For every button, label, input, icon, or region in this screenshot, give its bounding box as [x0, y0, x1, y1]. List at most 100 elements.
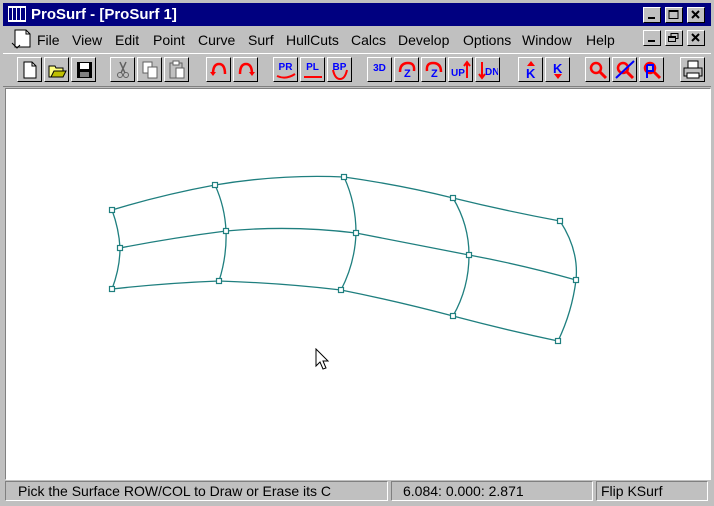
tilt-up-button[interactable]: UP: [448, 57, 473, 82]
control-point[interactable]: [340, 173, 348, 181]
magnifier-icon: [589, 61, 608, 80]
control-point[interactable]: [572, 276, 580, 284]
control-point[interactable]: [222, 227, 230, 235]
window-title: ProSurf - [ProSurf 1]: [31, 6, 177, 23]
profile-view-button[interactable]: PR: [273, 57, 298, 82]
rotate-z-ccw-button[interactable]: Z: [394, 57, 419, 82]
doc-restore-button[interactable]: [665, 30, 683, 46]
paste-clipboard-icon: [169, 60, 185, 79]
close-button[interactable]: [687, 7, 705, 23]
maximize-button[interactable]: [665, 7, 683, 23]
status-mode: Flip KSurf: [596, 481, 708, 501]
doc-close-button[interactable]: [687, 30, 705, 46]
k1-label: K: [526, 66, 536, 80]
open-button[interactable]: [44, 57, 69, 82]
menu-file[interactable]: File: [37, 32, 60, 48]
new-document-icon: [23, 61, 37, 79]
k2-label: K: [553, 61, 563, 76]
up-label: UP: [451, 68, 465, 79]
menu-hullcuts[interactable]: HullCuts: [286, 32, 339, 48]
paste-button[interactable]: [164, 57, 189, 82]
menu-calcs[interactable]: Calcs: [351, 32, 386, 48]
control-point[interactable]: [211, 181, 219, 189]
menu-point[interactable]: Point: [153, 32, 185, 48]
control-point[interactable]: [108, 206, 116, 214]
control-point[interactable]: [337, 286, 345, 294]
plan-view-button[interactable]: PL: [300, 57, 325, 82]
z1-label: Z: [404, 68, 411, 80]
control-point[interactable]: [449, 312, 457, 320]
maximize-icon: [668, 10, 679, 19]
close-icon: [691, 33, 700, 42]
control-point[interactable]: [449, 194, 457, 202]
control-point[interactable]: [465, 251, 473, 259]
menu-curve[interactable]: Curve: [198, 32, 235, 48]
print-button[interactable]: [680, 57, 705, 82]
status-coordinates: 6.084: 0.000: 2.871: [391, 481, 593, 501]
zoom-button[interactable]: [585, 57, 610, 82]
new-button[interactable]: [17, 57, 42, 82]
prosurf-app-icon[interactable]: [8, 6, 26, 22]
menu-bar: File View Edit Point Curve Surf HullCuts…: [3, 27, 711, 51]
document-icon[interactable]: [11, 29, 33, 49]
scissors-icon: [117, 61, 129, 78]
dn-label: DN: [485, 67, 498, 78]
minimize-icon: [648, 40, 655, 42]
status-bar: Pick the Surface ROW/COL to Draw or Eras…: [3, 480, 711, 503]
rotate-z-cw-icon: Z: [425, 61, 443, 80]
surface-row-3[interactable]: [111, 280, 559, 342]
menu-help[interactable]: Help: [586, 32, 615, 48]
control-point[interactable]: [554, 337, 562, 345]
save-button[interactable]: [71, 57, 96, 82]
control-point[interactable]: [215, 277, 223, 285]
control-point[interactable]: [108, 285, 116, 293]
tilt-up-icon: UP: [451, 60, 471, 79]
tilt-down-button[interactable]: DN: [475, 57, 500, 82]
menu-options[interactable]: Options: [463, 32, 511, 48]
copy-button[interactable]: [137, 57, 162, 82]
menu-view[interactable]: View: [72, 32, 102, 48]
body-plan-button[interactable]: BP: [327, 57, 352, 82]
title-bar[interactable]: ProSurf - [ProSurf 1]: [3, 3, 711, 26]
profile-view-icon: [276, 73, 296, 79]
rotate-right-icon: [238, 62, 255, 76]
magnifier-pan-icon: [643, 61, 662, 80]
save-disk-icon: [77, 62, 92, 78]
menu-edit[interactable]: Edit: [115, 32, 139, 48]
view-3d-button[interactable]: 3D: [367, 57, 392, 82]
z2-label: Z: [431, 68, 438, 80]
toolbar: PR PL BP 3D Z Z UP DN K K: [3, 53, 711, 87]
control-point[interactable]: [352, 229, 360, 237]
menu-window[interactable]: Window: [522, 32, 572, 48]
surface-wireframe[interactable]: [6, 89, 708, 477]
cut-button[interactable]: [110, 57, 135, 82]
rotate-z-cw-button[interactable]: Z: [421, 57, 446, 82]
menu-develop[interactable]: Develop: [398, 32, 449, 48]
copy-icon: [142, 61, 158, 79]
control-point[interactable]: [116, 244, 124, 252]
close-icon: [691, 10, 700, 19]
tilt-down-icon: DN: [478, 62, 498, 80]
minimize-button[interactable]: [643, 7, 661, 23]
app-window: ProSurf - [ProSurf 1] File View Edit Poi…: [0, 0, 714, 506]
rotate-left-icon: [210, 62, 227, 76]
k-up-icon: K: [526, 61, 536, 80]
minimize-icon: [648, 17, 655, 19]
surface-row-1[interactable]: [111, 175, 561, 222]
restore-icon: [668, 33, 679, 42]
magnifier-cross-icon: [615, 60, 635, 80]
drawing-canvas[interactable]: [5, 88, 711, 480]
k-up-button[interactable]: K: [518, 57, 543, 82]
open-folder-icon: [48, 65, 67, 78]
doc-minimize-button[interactable]: [643, 30, 661, 46]
rotate-left-button[interactable]: [206, 57, 231, 82]
k-down-button[interactable]: K: [545, 57, 570, 82]
mouse-pointer-icon: [315, 348, 330, 370]
menu-surf[interactable]: Surf: [248, 32, 274, 48]
status-prompt: Pick the Surface ROW/COL to Draw or Eras…: [5, 481, 388, 501]
control-point[interactable]: [556, 217, 564, 225]
rotate-right-button[interactable]: [233, 57, 258, 82]
zoom-out-button[interactable]: [612, 57, 637, 82]
printer-icon: [683, 60, 703, 79]
pan-zoom-button[interactable]: [639, 57, 664, 82]
